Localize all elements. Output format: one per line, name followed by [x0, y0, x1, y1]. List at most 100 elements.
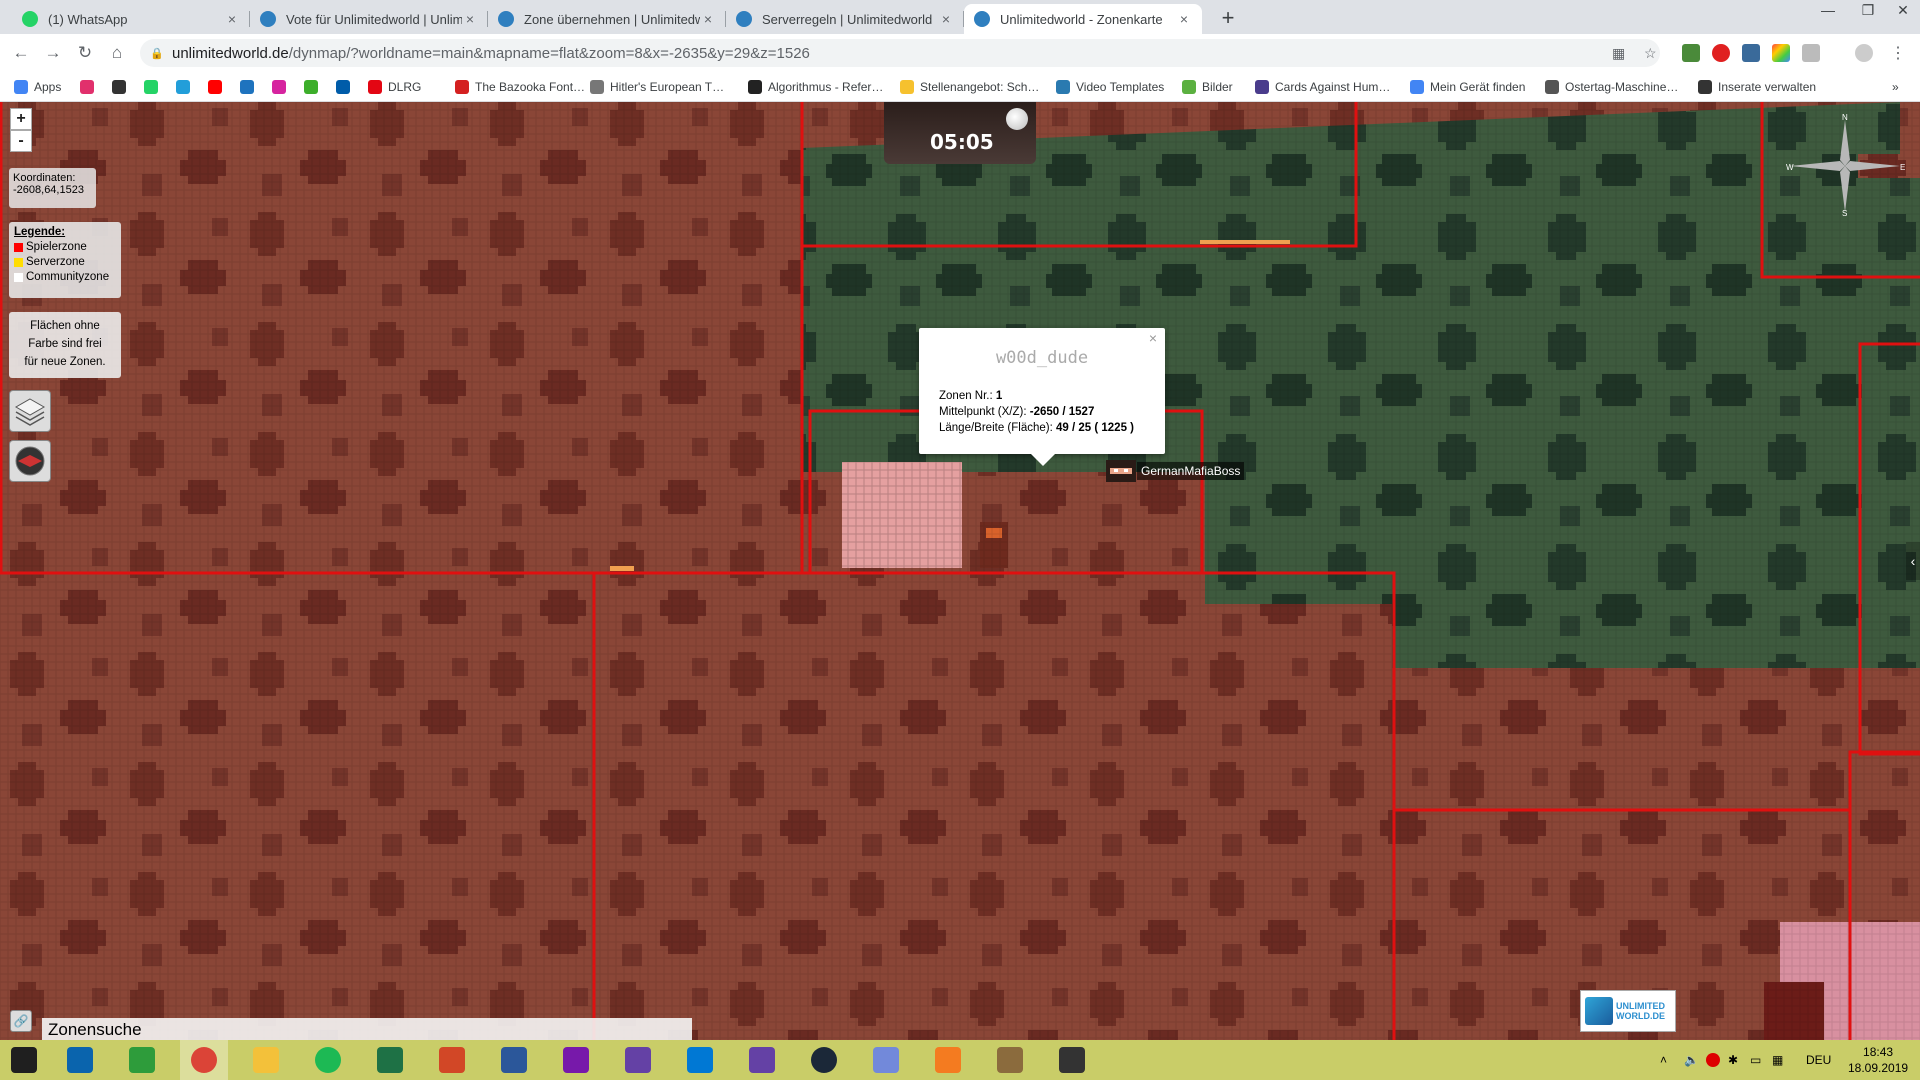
tab-close-icon[interactable]: ×: [700, 11, 716, 27]
home-icon[interactable]: ⌂: [104, 40, 130, 66]
bookmark-4[interactable]: [144, 78, 164, 96]
bookmark-21[interactable]: Inserate verwalten: [1698, 78, 1816, 96]
tab-5[interactable]: Unlimitedworld - Zonenkarte ×: [964, 4, 1202, 34]
bookmark-8[interactable]: [272, 78, 292, 96]
tab-2[interactable]: Vote für Unlimitedworld | Unlim… ×: [250, 4, 488, 34]
tab-1[interactable]: (1) WhatsApp ×: [12, 4, 250, 34]
tab-4[interactable]: Serverregeln | Unlimitedworld ×: [726, 4, 964, 34]
taskbar-media-player[interactable]: [924, 1040, 972, 1080]
extension-icon-2[interactable]: [1712, 44, 1730, 62]
bookmark-label: Video Templates: [1076, 80, 1165, 94]
side-panel-toggle[interactable]: ‹: [1906, 542, 1920, 580]
legend-swatch: [14, 257, 23, 267]
zone-map[interactable]: + - Koordinaten: -2608,64,1523 Legende: …: [0, 102, 1920, 1040]
tab-3[interactable]: Zone übernehmen | Unlimitedwo…×: [488, 4, 726, 34]
bookmark-5[interactable]: [176, 78, 196, 96]
extension-icon-1[interactable]: [1682, 44, 1700, 62]
tray-app-icon[interactable]: [1706, 1040, 1720, 1080]
taskbar-word[interactable]: [490, 1040, 538, 1080]
bookmark-13[interactable]: Hitler's European T…: [590, 78, 724, 96]
taskbar-excel[interactable]: [366, 1040, 414, 1080]
tray-chevron-icon[interactable]: ˄: [1660, 1040, 1667, 1080]
extension-icon-4[interactable]: [1772, 44, 1790, 62]
compass-north: N: [1842, 114, 1848, 122]
bookmark-1[interactable]: Apps: [14, 78, 61, 96]
back-icon[interactable]: ←: [8, 40, 34, 66]
bookmark-favicon-icon: [240, 80, 254, 94]
bookmark-6[interactable]: [208, 78, 228, 96]
volume-icon[interactable]: 🔈: [1684, 1040, 1699, 1080]
taskbar-explorer[interactable]: [242, 1040, 290, 1080]
bookmark-20[interactable]: Ostertag-Maschine…: [1545, 78, 1678, 96]
reload-icon[interactable]: ↻: [72, 40, 98, 66]
unlimitedworld-logo[interactable]: UNLIMITED WORLD.DE: [1580, 990, 1676, 1032]
input-language[interactable]: DEU: [1806, 1040, 1831, 1080]
taskbar-chrome[interactable]: [180, 1040, 228, 1080]
translate-icon[interactable]: ▦: [1612, 45, 1625, 62]
zoom-out-button[interactable]: -: [10, 130, 32, 152]
bookmark-9[interactable]: [304, 78, 324, 96]
close-icon[interactable]: ×: [1149, 330, 1157, 346]
bookmark-14[interactable]: Algorithmus - Refer…: [748, 78, 883, 96]
minecraft-icon: [997, 1047, 1023, 1073]
taskbar-spotify[interactable]: [304, 1040, 352, 1080]
forward-icon[interactable]: →: [40, 40, 66, 66]
zone-owner-name: w00d_dude: [995, 348, 1089, 368]
notification-icon[interactable]: ▦: [1772, 1040, 1783, 1080]
taskbar-clock[interactable]: 18:43 18.09.2019: [1848, 1040, 1908, 1080]
bookmark-11[interactable]: DLRG: [368, 78, 421, 96]
bookmark-19[interactable]: Mein Gerät finden: [1410, 78, 1525, 96]
link-icon[interactable]: 🔗: [10, 1010, 32, 1032]
tab-close-icon[interactable]: ×: [938, 11, 954, 27]
bookmark-favicon-icon: [1255, 80, 1269, 94]
tab-close-icon[interactable]: ×: [224, 11, 240, 27]
taskbar-discord[interactable]: [862, 1040, 910, 1080]
compass-view-button[interactable]: [9, 440, 51, 482]
taskbar-mail[interactable]: [56, 1040, 104, 1080]
taskbar-minecraft[interactable]: [986, 1040, 1034, 1080]
extension-icon-5[interactable]: [1802, 44, 1820, 62]
extension-icon-3[interactable]: [1742, 44, 1760, 62]
layers-button[interactable]: [9, 390, 51, 432]
tab-close-icon[interactable]: ×: [1176, 11, 1192, 27]
coordinates-panel: Koordinaten: -2608,64,1523: [9, 168, 96, 208]
zone-search-bar[interactable]: Zonensuche: [42, 1018, 692, 1040]
bookmark-star-icon[interactable]: ☆: [1644, 45, 1657, 62]
bookmark-12[interactable]: The Bazooka Font…: [455, 78, 585, 96]
bookmark-3[interactable]: [112, 78, 132, 96]
close-window-icon[interactable]: ✕: [1880, 0, 1920, 30]
address-bar[interactable]: 🔒 unlimitedworld.de/dynmap/?worldname=ma…: [140, 39, 1660, 67]
player-marker[interactable]: GermanMafiaBoss: [1106, 460, 1245, 482]
profile-avatar[interactable]: [1855, 44, 1873, 62]
bookmark-15[interactable]: Stellenangebot: Sch…: [900, 78, 1039, 96]
taskbar-twitch[interactable]: [614, 1040, 662, 1080]
taskbar-store[interactable]: [118, 1040, 166, 1080]
new-tab-button[interactable]: +: [1215, 6, 1241, 32]
bookmark-10[interactable]: [336, 78, 356, 96]
bookmark-16[interactable]: Video Templates: [1056, 78, 1164, 96]
bookmark-18[interactable]: Cards Against Hum…: [1255, 78, 1390, 96]
onenote-icon: [563, 1047, 589, 1073]
tab-close-icon[interactable]: ×: [462, 11, 478, 27]
bookmark-17[interactable]: Bilder: [1182, 78, 1233, 96]
bluetooth-icon[interactable]: ✱: [1728, 1040, 1738, 1080]
zoom-in-button[interactable]: +: [10, 108, 32, 130]
taskbar-onenote[interactable]: [552, 1040, 600, 1080]
taskbar-outlook[interactable]: [676, 1040, 724, 1080]
free-note-line: Flächen ohne: [30, 320, 100, 332]
taskbar-launcher[interactable]: [1048, 1040, 1096, 1080]
taskbar-powerpoint[interactable]: [428, 1040, 476, 1080]
bookmark-7[interactable]: [240, 78, 260, 96]
taskbar-steam[interactable]: [800, 1040, 848, 1080]
compass-east: E: [1900, 163, 1905, 172]
legend-swatch: [14, 272, 23, 282]
taskbar-twitch-2[interactable]: [738, 1040, 786, 1080]
bookmarks-overflow-button[interactable]: »: [1892, 78, 1899, 96]
bookmark-2[interactable]: [80, 78, 100, 96]
zone-number-row: Zonen Nr.: 1: [939, 390, 1002, 402]
legend-title: Legende:: [14, 226, 66, 238]
taskbar-start[interactable]: [0, 1040, 48, 1080]
bookmark-favicon-icon: [272, 80, 286, 94]
menu-dots-icon[interactable]: ⋮: [1890, 43, 1906, 63]
network-icon[interactable]: ▭: [1750, 1040, 1761, 1080]
